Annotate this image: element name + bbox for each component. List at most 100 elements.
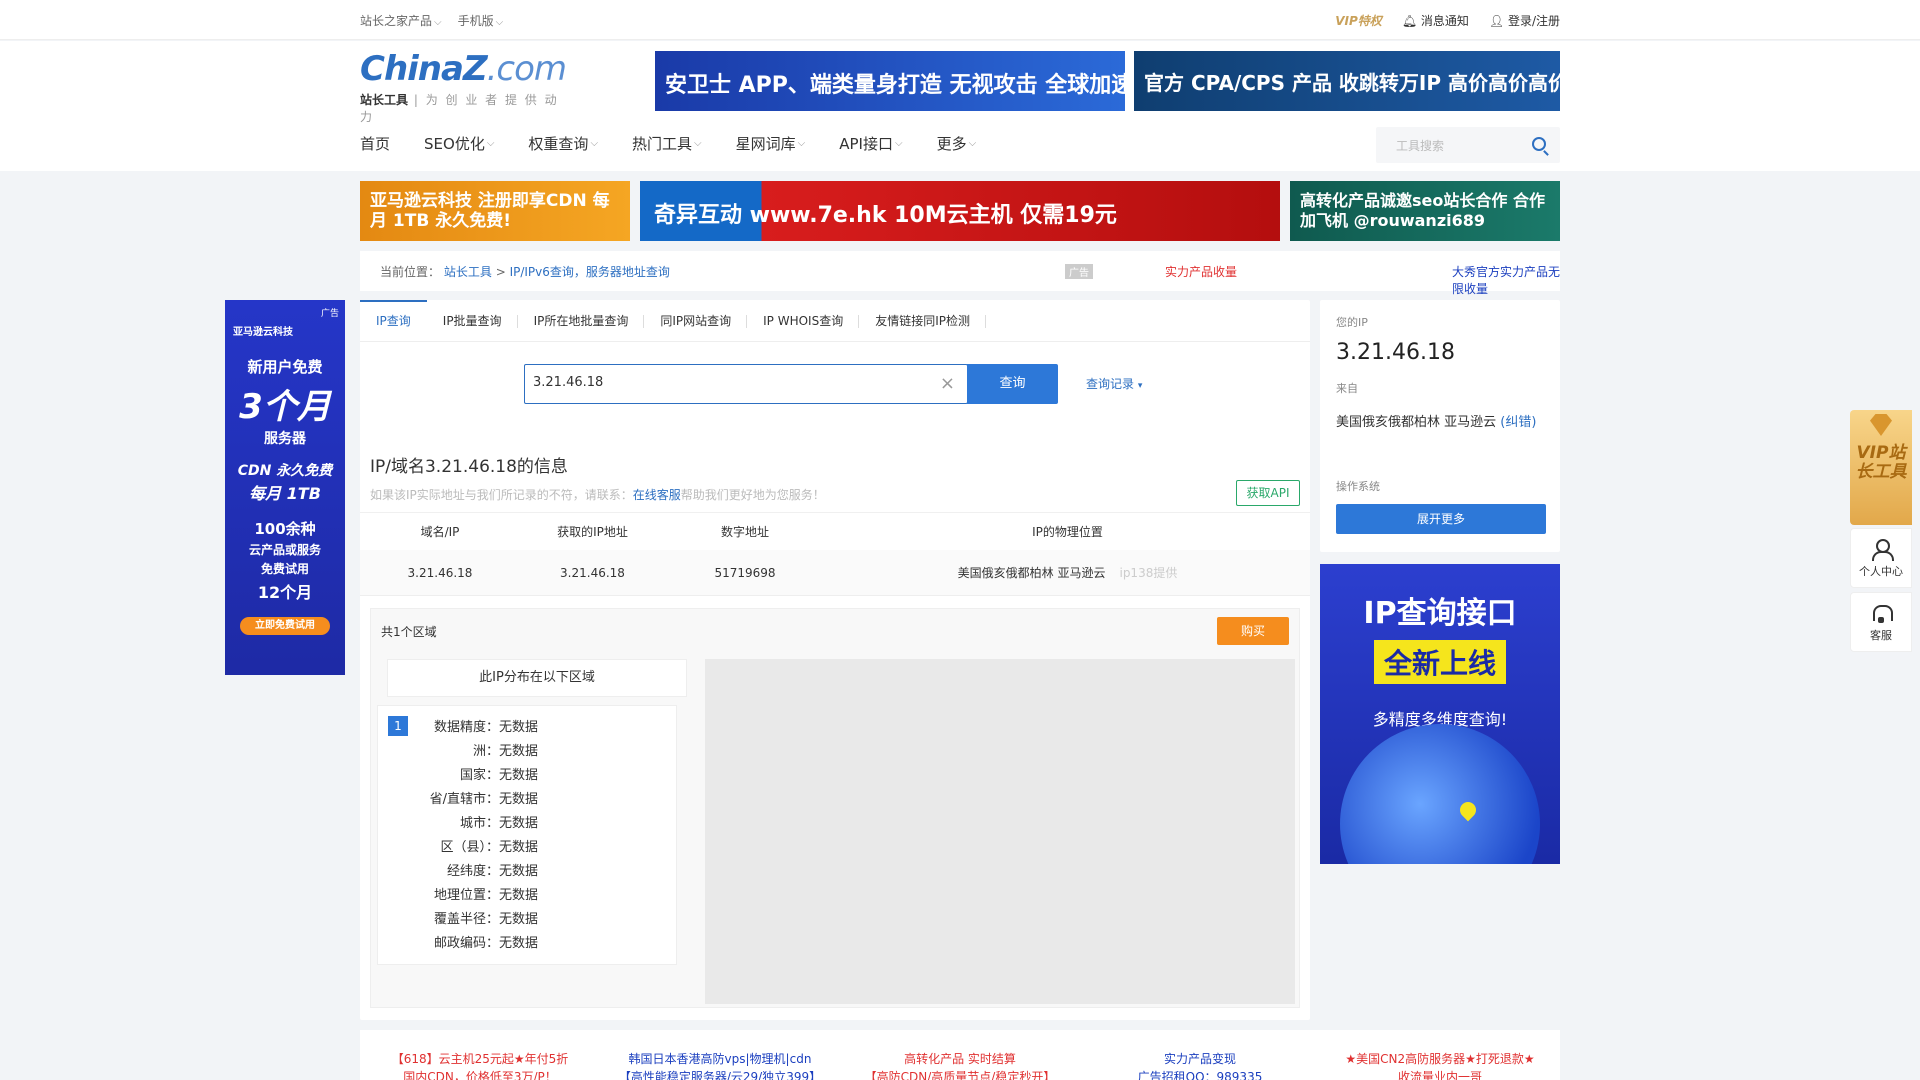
search-icon[interactable] (1532, 137, 1546, 151)
breadcrumb-home[interactable]: 站长工具 (444, 265, 492, 279)
your-ip-value: 3.21.46.18 (1336, 340, 1455, 365)
list-item: 经纬度：无数据 (446, 864, 538, 879)
your-ip-panel: 您的IP 3.21.46.18 来自 美国俄亥俄都柏林 亚马逊云 (纠错) 操作… (1320, 300, 1560, 552)
list-item: 数据精度：无数据 (433, 720, 538, 735)
tab-ip-batch[interactable]: IP批量查询 (427, 300, 518, 342)
nav-seo[interactable]: SEO优化 ⌵ (424, 133, 494, 154)
nav-weight[interactable]: 权重查询 ⌵ (528, 133, 598, 154)
query-button[interactable]: 查询 (967, 364, 1058, 404)
region-list: 1 数据精度：无数据 洲：无数据 国家：无数据 省/直辖市：无数据 城市：无数据… (377, 705, 677, 965)
th-location: IP的物理位置 (1032, 525, 1103, 539)
bottom-link-3[interactable]: 高转化产品 实时结算 【高防CDN/高质量节点/稳定秒开】 (840, 1050, 1080, 1080)
chevron-down-icon: ⌵ (486, 138, 495, 149)
caret-down-icon: ▾ (1137, 381, 1143, 391)
th-domain: 域名/IP (420, 525, 460, 539)
online-service-link[interactable]: 在线客服 (633, 488, 681, 502)
chevron-down-icon: ⌵ (590, 138, 599, 149)
chevron-down-icon: ⌵ (434, 17, 442, 28)
os-label: 操作系统 (1336, 480, 1380, 493)
tool-search-input[interactable]: 工具搜索 (1376, 127, 1560, 163)
nav-hot-tools[interactable]: 热门工具 ⌵ (632, 133, 702, 154)
tab-bar: IP查询 IP批量查询 IP所在地批量查询 同IP网站查询 IP WHOIS查询… (360, 300, 1310, 342)
chevron-down-icon: ⌵ (797, 138, 806, 149)
td-domain: 3.21.46.18 (407, 565, 473, 580)
header-banner-1[interactable]: 安卫士 APP、端类量身打造 无视攻击 全球加速 (655, 51, 1125, 111)
top-bar: 站长之家产品 ⌵ 手机版 ⌵ VIP特权 🔔︎ 消息通知 👤︎ 登录/注册 (0, 0, 1920, 40)
user-icon (1872, 539, 1894, 561)
products-menu[interactable]: 站长之家产品 ⌵ (360, 12, 442, 29)
table-header: 域名/IP 获取的IP地址 数字地址 IP的物理位置 (360, 512, 1310, 550)
login-link[interactable]: 👤︎ 登录/注册 (1489, 12, 1560, 29)
map-area[interactable] (705, 659, 1295, 1004)
headset-icon (1872, 603, 1893, 623)
tab-ip-location-batch[interactable]: IP所在地批量查询 (518, 300, 645, 342)
ip-search-input[interactable] (533, 375, 913, 390)
ad-banner-cloud-host[interactable]: 奇异互动 www.7e.hk 10M云主机 仅需19元 (640, 181, 1280, 241)
nav-api[interactable]: API接口 ⌵ (839, 133, 902, 154)
ad-banner-seo[interactable]: 高转化产品诚邀seo站长合作 合作加飞机 @rouwanzi689 (1290, 181, 1560, 241)
tab-ip-query[interactable]: IP查询 (360, 300, 427, 342)
nav-more[interactable]: 更多 ⌵ (937, 133, 977, 154)
list-item: 覆盖半径：无数据 (433, 912, 538, 927)
breadcrumb-current[interactable]: IP/IPv6查询，服务器地址查询 (510, 265, 670, 279)
info-title: IP/域名3.21.46.18的信息 (370, 457, 568, 477)
user-center-button[interactable]: 个人中心 (1850, 528, 1912, 588)
header-banner-2[interactable]: 官方 CPA/CPS 产品 收跳转万IP 高价高价高价 @SL6688 (1134, 51, 1560, 111)
region-count: 共1个区域 (381, 625, 437, 639)
ip-search-box: × (524, 364, 968, 404)
side-ad-aws[interactable]: 广告 亚马逊云科技 新用户免费 3个月 服务器 CDN 永久免费 每月 1TB … (225, 300, 345, 675)
tab-same-ip-sites[interactable]: 同IP网站查询 (644, 300, 747, 342)
bottom-link-5[interactable]: ★美国CN2高防服务器★打死退款★ 收流量业内一哥 (1320, 1050, 1560, 1080)
globe-icon (1340, 724, 1540, 864)
region-panel: 共1个区域 购买 此IP分布在以下区域 1 数据精度：无数据 洲：无数据 国家：… (370, 608, 1300, 1008)
ad-mark: 广告 (1065, 264, 1093, 279)
chevron-down-icon: ⌵ (968, 138, 977, 149)
user-icon: 👤︎ (1488, 14, 1505, 28)
breadcrumb: 当前位置： 站长工具 > IP/IPv6查询，服务器地址查询 广告 实力产品收量… (360, 251, 1560, 296)
table-row: 3.21.46.18 3.21.46.18 51719698 美国俄亥俄都柏林 … (360, 550, 1310, 596)
main-nav: 首页 SEO优化 ⌵ 权重查询 ⌵ 热门工具 ⌵ 星网词库 ⌵ API接口 ⌵ 更多 ⌵ (360, 133, 1010, 154)
expand-more-button[interactable]: 展开更多 (1336, 504, 1546, 534)
nav-keywords[interactable]: 星网词库 ⌵ (736, 133, 806, 154)
close-icon[interactable]: × (940, 373, 955, 394)
notify-link[interactable]: 🔔︎ 消息通知 (1402, 12, 1469, 29)
bottom-link-1[interactable]: 【618】云主机25元起★年付5折 国内CDN，价格低至3万/P！ (360, 1050, 600, 1080)
list-item: 洲：无数据 (472, 744, 538, 759)
chevron-down-icon: ⌵ (894, 138, 903, 149)
td-location: 美国俄亥俄都柏林 亚马逊云 ip138提供 (957, 566, 1178, 580)
info-note: 如果该IP实际地址与我们所记录的不符，请联系：在线客服帮助我们更好地为您服务！ (370, 488, 825, 502)
ip-api-ad[interactable]: IP查询接口 全新上线 多精度多维度查询! (1320, 564, 1560, 864)
vip-tools-float[interactable]: VIP站长工具 (1850, 410, 1912, 525)
bell-icon: 🔔︎ (1401, 14, 1418, 28)
nav-home[interactable]: 首页 (360, 133, 390, 154)
vip-link[interactable]: VIP特权 (1335, 12, 1382, 29)
buy-button[interactable]: 购买 (1217, 617, 1289, 645)
list-item: 区（县）：无数据 (440, 840, 538, 855)
tab-ip-whois[interactable]: IP WHOIS查询 (747, 300, 860, 342)
chevron-down-icon: ⌵ (495, 17, 504, 28)
list-item: 地理位置：无数据 (433, 888, 538, 903)
td-ip: 3.21.46.18 (560, 565, 625, 580)
header: ChinaZ.com 站长工具 | 为 创 业 者 提 供 动 力 安卫士 AP… (0, 41, 1920, 171)
list-item: 城市：无数据 (459, 816, 538, 831)
region-list-title: 此IP分布在以下区域 (387, 659, 687, 697)
list-item: 国家：无数据 (459, 768, 538, 783)
ad-link-red[interactable]: 实力产品收量 (1165, 263, 1237, 280)
query-history[interactable]: 查询记录 ▾ (1086, 375, 1142, 392)
tab-friend-link-ip[interactable]: 友情链接同IP检测 (859, 300, 986, 342)
logo[interactable]: ChinaZ.com 站长工具 | 为 创 业 者 提 供 动 力 (360, 49, 570, 124)
bottom-link-4[interactable]: 实力产品变现 广告招租QQ：989335 (1080, 1050, 1320, 1080)
ad-link-blue[interactable]: 大秀官方实力产品无限收量 (1452, 263, 1560, 297)
mobile-menu[interactable]: 手机版 ⌵ (458, 12, 504, 29)
bottom-link-2[interactable]: 韩国日本香港高防vps|物理机|cdn 【高性能稳定服务器/云29/独立399】 (600, 1050, 840, 1080)
td-numeric: 51719698 (714, 565, 776, 580)
get-api-button[interactable]: 获取API (1236, 480, 1300, 506)
th-numeric: 数字地址 (720, 525, 769, 539)
from-label: 来自 (1336, 382, 1358, 395)
ad-banner-cdn[interactable]: 亚马逊云科技 注册即享CDN 每月 1TB 永久免费! (360, 181, 630, 241)
diamond-icon (1870, 414, 1892, 436)
th-ip: 获取的IP地址 (557, 525, 628, 539)
customer-service-button[interactable]: 客服 (1850, 592, 1912, 652)
correct-link[interactable]: (纠错) (1500, 415, 1536, 430)
your-ip-label: 您的IP (1336, 316, 1368, 329)
